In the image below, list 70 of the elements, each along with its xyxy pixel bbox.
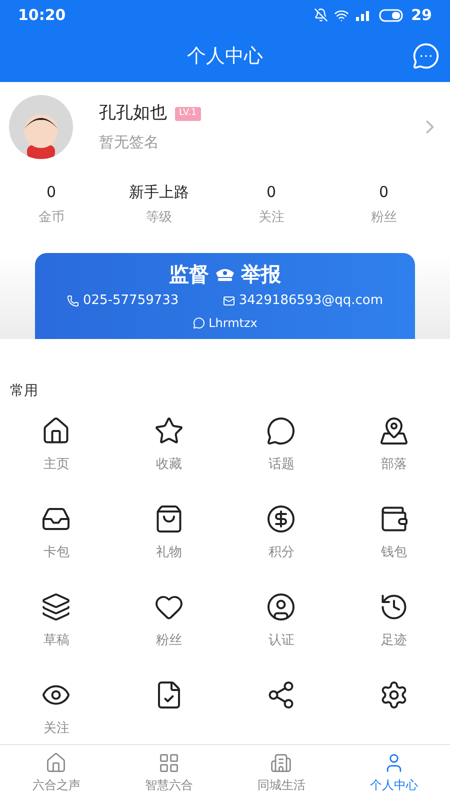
grid-label: 粉丝 [156,632,182,650]
grid-item[interactable]: 认证 [225,592,338,654]
grid-label: 礼物 [156,544,182,562]
nav-tab[interactable]: 个人中心 [338,745,450,800]
user-circle-icon[interactable] [266,592,296,622]
bell-off-icon [314,8,328,22]
house-icon [45,752,68,774]
phone-icon [67,294,79,307]
star-icon[interactable] [154,416,184,446]
status-time: 10:20 [18,4,66,26]
page-title: 个人中心 [187,44,263,69]
battery-icon [379,8,406,22]
grid-label: 部落 [380,456,407,474]
stat-value: 新手上路 [128,182,189,203]
banner-title: 举报 [241,261,281,288]
grid-label: 认证 [268,632,294,650]
layers-icon[interactable] [41,592,72,622]
grid-item[interactable]: 部落 [338,416,450,478]
stat-label: 等级 [146,208,172,226]
grid-item[interactable]: 收藏 [112,416,225,478]
grid-item[interactable]: 草稿 [0,592,112,654]
map-pin-icon[interactable] [378,416,409,446]
grid-icon [158,752,180,774]
stat-label: 关注 [258,208,284,226]
phone-number: 025-57759733 [83,292,179,310]
grid-label: 卡包 [43,544,70,562]
wallet-icon[interactable] [378,504,409,534]
chat-button[interactable] [412,42,440,70]
grid-label: 收藏 [156,456,182,474]
grid-item[interactable]: 足迹 [338,592,450,654]
report-banner[interactable]: 监督 举报 025-57759733 3429186593@qq.com Lhrmtzx [35,253,415,339]
history-icon[interactable] [378,592,409,622]
police-cap-icon [215,267,235,281]
nav-tab[interactable]: 六合之声 [0,745,112,800]
building-icon [270,752,292,774]
grid-item[interactable]: 主页 [0,416,112,478]
email-address: 3429186593@qq.com [238,292,383,310]
grid-item[interactable]: 积分 [225,504,338,566]
grid-item[interactable]: 粉丝 [112,592,225,654]
chat-bubble-icon [192,316,205,328]
grid-label: 足迹 [380,632,407,650]
stat-value: 0 [378,182,389,203]
stat-value: 0 [266,182,276,203]
grid-item[interactable]: 卡包 [0,504,112,566]
grid-label: 积分 [268,544,294,562]
level-badge: LV.1 [175,107,201,120]
user-name: 孔孔如也 [99,102,167,125]
house-icon[interactable] [41,416,72,446]
coin-icon[interactable] [266,504,296,534]
stat-label: 金币 [38,208,64,226]
grid-label: 主页 [43,456,70,474]
stat-label: 粉丝 [370,208,397,226]
grid-label: 草稿 [43,632,70,650]
grid-item[interactable]: 话题 [225,416,338,478]
grid-label: 话题 [268,456,294,474]
nav-tab[interactable]: 智慧六合 [112,745,225,800]
grid-item[interactable]: 关注 [0,680,112,742]
user-signature: 暂无签名 [99,132,160,152]
wifi-icon [334,8,350,22]
nav-tab[interactable]: 同城生活 [225,745,338,800]
section-title: 常用 [9,382,39,401]
wechat-id: Lhrmtzx [208,314,258,332]
grid-label: 钱包 [380,544,407,562]
grid-label: 关注 [43,720,70,738]
banner-title: 监督 [169,261,209,288]
battery-level: 29 [411,4,432,26]
grid-item[interactable]: 礼物 [112,504,225,566]
grid-item[interactable]: 钱包 [338,504,450,566]
mail-icon [222,294,235,307]
stat-value: 0 [46,182,56,203]
